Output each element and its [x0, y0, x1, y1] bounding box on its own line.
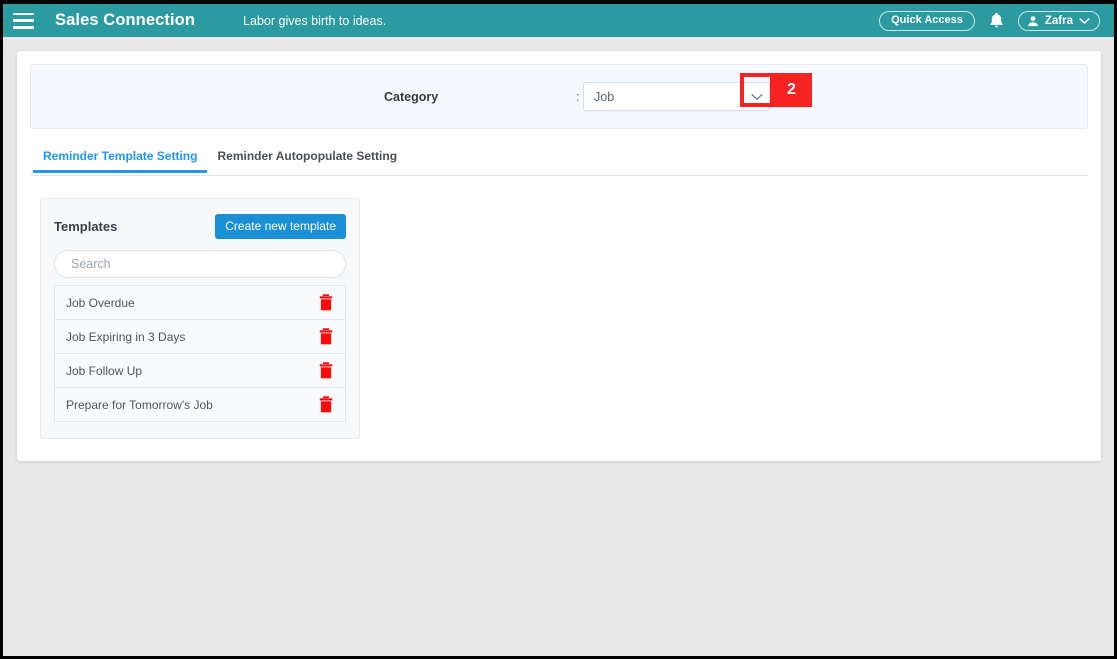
- user-name-label: Zafra: [1044, 14, 1073, 27]
- category-label: Category: [384, 89, 439, 104]
- create-new-template-button[interactable]: Create new template: [215, 213, 346, 239]
- user-avatar-icon: [1028, 15, 1038, 26]
- tab-reminder-autopopulate-setting[interactable]: Reminder Autopopulate Setting: [207, 145, 407, 172]
- app-viewport: Sales Connection Labor gives birth to id…: [3, 4, 1114, 656]
- list-item[interactable]: Job Expiring in 3 Days: [55, 320, 345, 354]
- template-search-input[interactable]: [54, 250, 346, 278]
- template-name-label: Job Expiring in 3 Days: [66, 329, 186, 344]
- chevron-down-icon: [1079, 17, 1090, 24]
- page-body: Category : Job 2 Reminder Template Setti…: [3, 37, 1114, 656]
- templates-title: Templates: [54, 218, 118, 234]
- content-card: Category : Job 2 Reminder Template Setti…: [17, 51, 1101, 461]
- trash-icon[interactable]: [319, 328, 333, 345]
- user-menu[interactable]: Zafra: [1017, 10, 1100, 31]
- annotation-highlight-box: [740, 73, 774, 107]
- app-tagline: Labor gives birth to ideas.: [243, 13, 387, 28]
- annotation-step-badge: 2: [771, 73, 812, 107]
- templates-panel: Templates Create new template Job Overdu…: [40, 198, 360, 439]
- category-filter-panel: Category : Job 2: [30, 64, 1088, 129]
- list-item[interactable]: Job Overdue: [55, 286, 345, 320]
- trash-icon[interactable]: [319, 362, 333, 379]
- template-name-label: Job Overdue: [66, 295, 135, 310]
- settings-tabs: Reminder Template Setting Reminder Autop…: [30, 145, 1088, 176]
- template-name-label: Prepare for Tomorrow's Job: [66, 397, 213, 412]
- category-selected-value: Job: [594, 89, 615, 104]
- category-separator: :: [576, 89, 580, 104]
- topbar-actions: Quick Access Zafra: [879, 10, 1100, 31]
- list-item[interactable]: Job Follow Up: [55, 354, 345, 388]
- quick-access-button[interactable]: Quick Access: [879, 10, 975, 31]
- trash-icon[interactable]: [319, 396, 333, 413]
- templates-panel-header: Templates Create new template: [54, 213, 346, 239]
- list-item[interactable]: Prepare for Tomorrow's Job: [55, 388, 345, 422]
- template-list: Job Overdue Job Expiring in 3 Days Job F…: [54, 285, 346, 422]
- tab-reminder-template-setting[interactable]: Reminder Template Setting: [33, 145, 208, 173]
- bell-icon[interactable]: [989, 12, 1004, 29]
- template-name-label: Job Follow Up: [66, 363, 143, 378]
- hamburger-menu-icon[interactable]: [13, 12, 34, 29]
- trash-icon[interactable]: [319, 294, 333, 311]
- app-brand-title: Sales Connection: [55, 11, 196, 29]
- top-navigation-bar: Sales Connection Labor gives birth to id…: [3, 4, 1114, 37]
